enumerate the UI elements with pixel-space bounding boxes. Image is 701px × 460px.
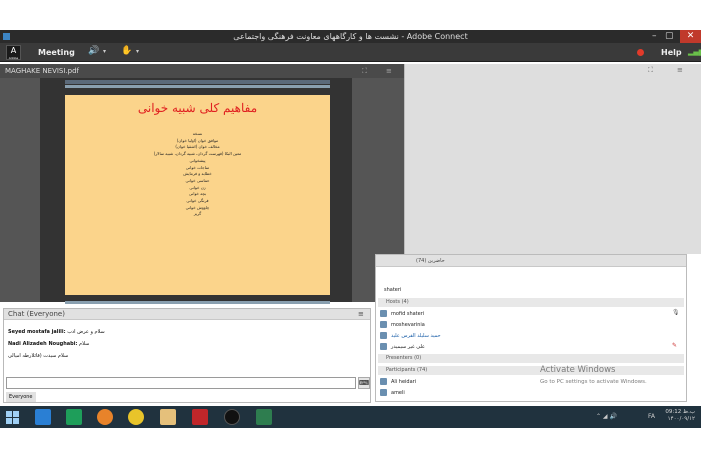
page: نشست ها و کارگاههای معاونت فرهنگی واجتما… bbox=[0, 0, 701, 460]
window-title: نشست ها و کارگاههای معاونت فرهنگی واجتما… bbox=[233, 32, 468, 41]
hosts-section-header[interactable]: Hosts (4) bbox=[378, 298, 684, 307]
mic-muted-icon: ✎ bbox=[672, 342, 678, 349]
list-item[interactable]: moshevarinia bbox=[380, 320, 680, 330]
pod-options-icon[interactable]: ≡ bbox=[677, 66, 683, 74]
slide-line: گریز bbox=[193, 211, 202, 217]
clock-time: 09:12 ب.ظ bbox=[665, 409, 695, 415]
share-pod-header: MAGHAKE NEVISI.pdf ⛶ ≡ bbox=[0, 64, 404, 78]
slide-line: مناجات خوانی bbox=[185, 164, 210, 170]
acrobat-icon[interactable] bbox=[192, 409, 208, 425]
slide-header-stripe bbox=[65, 80, 330, 84]
attendee-top-name: shateri bbox=[384, 287, 402, 293]
slide-line: نسخه bbox=[192, 131, 203, 136]
watermark-line1: Activate Windows bbox=[540, 365, 616, 375]
file-explorer-icon[interactable] bbox=[160, 409, 176, 425]
slide-header-stripe bbox=[65, 85, 330, 88]
slide-footer-stripe bbox=[65, 301, 330, 304]
participant-icon bbox=[380, 378, 387, 385]
menu-bar: AAdobe Meeting 🔊 ▾ ✋ ▾ Help ▂▄▆ bbox=[0, 43, 701, 62]
fullscreen-icon[interactable]: ⛶ bbox=[362, 64, 367, 78]
maximize-button[interactable]: ▢ bbox=[665, 30, 674, 43]
host-icon bbox=[380, 343, 387, 350]
windows-start-icon[interactable] bbox=[6, 411, 19, 424]
attendee-name: Ali heidari bbox=[391, 379, 417, 385]
share-pod-title: MAGHAKE NEVISI.pdf bbox=[5, 67, 80, 75]
media-player-icon[interactable] bbox=[224, 409, 240, 425]
minimize-button[interactable]: – bbox=[652, 30, 657, 43]
video-pod: ⛶ ≡ bbox=[404, 64, 701, 254]
participant-icon bbox=[380, 389, 387, 396]
pod-options-icon[interactable]: ≡ bbox=[358, 309, 364, 320]
attendee-name: علی غیر سیمیدر bbox=[391, 344, 426, 350]
language-indicator[interactable]: FA bbox=[648, 413, 655, 420]
chat-pod-header: Chat (Everyone) ≡ bbox=[4, 309, 370, 320]
activate-windows-watermark: Activate Windows Go to PC settings to ac… bbox=[540, 365, 701, 395]
chevron-down-icon[interactable]: ▾ bbox=[136, 48, 139, 55]
slide-line: مخالف خوان (اشقیا خوان) bbox=[175, 144, 220, 150]
list-item[interactable]: mofid shateri bbox=[380, 309, 680, 319]
attendee-name: moshevarinia bbox=[391, 322, 425, 328]
chat-sender: Seyed mostafa jalili: bbox=[8, 329, 66, 335]
host-icon bbox=[380, 321, 387, 328]
chat-input[interactable] bbox=[6, 377, 356, 389]
record-indicator-icon bbox=[637, 49, 644, 56]
chrome-icon[interactable] bbox=[128, 409, 144, 425]
system-tray-icons[interactable]: ⌃ ◢ 🔊 bbox=[596, 413, 617, 420]
taskbar-clock[interactable]: 09:12 ب.ظ ۱۴۰۰/۰۹/۱۲ bbox=[665, 409, 695, 423]
chat-message: Seyed mostafa jalili: سلام و عرض ادب bbox=[8, 327, 105, 337]
store-icon[interactable] bbox=[66, 409, 82, 425]
adobe-logo-icon: A Adobe bbox=[6, 45, 21, 60]
attendee-pod-header: حاضرین (74) bbox=[376, 255, 686, 267]
internet-explorer-icon[interactable] bbox=[35, 409, 51, 425]
raise-hand-icon[interactable]: ✋ bbox=[121, 46, 132, 56]
list-item[interactable]: علی غیر سیمیدر bbox=[380, 342, 680, 352]
slide-line: موافق خوان (اولیا خوان) bbox=[176, 137, 219, 143]
list-item[interactable]: حمید سلیلد القرس علید bbox=[380, 331, 680, 341]
chat-text: سلام bbox=[79, 341, 90, 347]
close-button[interactable]: ✕ bbox=[680, 30, 701, 43]
slide-line: حماسی خوانی bbox=[185, 177, 210, 183]
help-menu[interactable]: Help bbox=[661, 48, 682, 57]
microphone-icon: 🎙 bbox=[672, 309, 680, 316]
slide-line: پیشخوانی bbox=[189, 157, 206, 163]
presenters-section-header[interactable]: Presenters (0) bbox=[378, 354, 684, 363]
send-message-button[interactable]: ⌨ bbox=[358, 377, 370, 389]
slide-line: بچه خوانی bbox=[188, 191, 207, 197]
attendee-name: حمید سلیلد القرس علید bbox=[391, 333, 441, 339]
slide-line: چاووش خوانی bbox=[185, 204, 210, 210]
chat-message: Nadi Alizadeh Noughabi: سلام bbox=[8, 339, 89, 349]
slide-title: مفاهیم کلی شبیه خوانی bbox=[137, 101, 258, 115]
firefox-icon[interactable] bbox=[97, 409, 113, 425]
slide-line: زن خوانی bbox=[189, 184, 206, 190]
adobe-connect-taskbar-icon[interactable] bbox=[256, 409, 272, 425]
chat-tab-everyone[interactable]: Everyone bbox=[6, 392, 36, 402]
chat-text: سلام سیدت (قائلارطه امیالی bbox=[8, 353, 69, 359]
host-icon bbox=[380, 332, 387, 339]
slide-page: مفاهیم کلی شبیه خوانی نسخه موافق خوان (ا… bbox=[65, 80, 330, 304]
connection-strength-icon: ▂▄▆ bbox=[688, 48, 701, 56]
window-title-bar: نشست ها و کارگاههای معاونت فرهنگی واجتما… bbox=[0, 30, 701, 43]
pod-options-icon[interactable]: ≡ bbox=[386, 64, 392, 78]
watermark-line2: Go to PC settings to activate Windows. bbox=[540, 379, 647, 385]
attendee-name: mofid shateri bbox=[391, 311, 425, 317]
slide-lines: نسخه موافق خوان (اولیا خوان) مخالف خوان … bbox=[65, 131, 330, 218]
speaker-icon[interactable]: 🔊 bbox=[88, 46, 99, 56]
chevron-down-icon[interactable]: ▾ bbox=[103, 48, 106, 55]
chat-message: سلام سیدت (قائلارطه امیالی bbox=[8, 351, 68, 361]
slide-line: معین البکا (فهرست گردان، شبیه گردان، شبی… bbox=[153, 151, 242, 157]
chat-pod: Chat (Everyone) ≡ Seyed mostafa jalili: … bbox=[3, 308, 371, 403]
taskbar: ⌃ ◢ 🔊 FA 09:12 ب.ظ ۱۴۰۰/۰۹/۱۲ bbox=[0, 406, 701, 428]
slide-line: فرنگی خوانی bbox=[186, 198, 209, 204]
attendee-name: ameli bbox=[391, 390, 405, 396]
chat-title: Chat (Everyone) bbox=[8, 310, 65, 318]
chat-sender: Nadi Alizadeh Noughabi: bbox=[8, 341, 78, 347]
chat-text: سلام و عرض ادب bbox=[67, 329, 105, 335]
slide-line: خطابه و فرمایش bbox=[183, 171, 212, 177]
meeting-menu[interactable]: Meeting bbox=[38, 48, 75, 57]
host-icon bbox=[380, 310, 387, 317]
fullscreen-icon[interactable]: ⛶ bbox=[648, 66, 653, 75]
clock-date: ۱۴۰۰/۰۹/۱۲ bbox=[667, 416, 695, 422]
